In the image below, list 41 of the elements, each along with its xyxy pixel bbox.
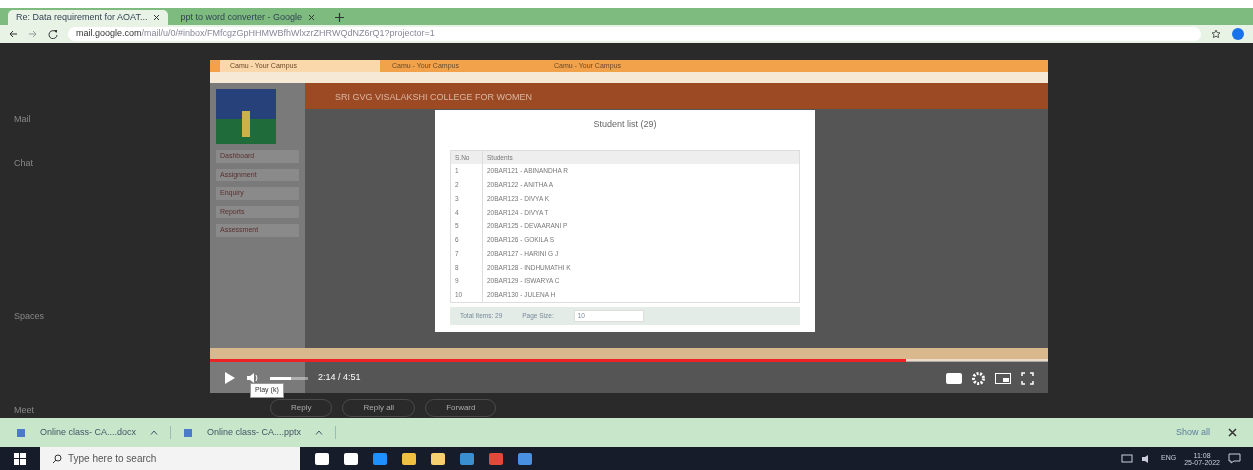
- close-icon[interactable]: [307, 14, 315, 21]
- back-icon[interactable]: [8, 29, 18, 39]
- new-tab-icon[interactable]: [334, 13, 344, 22]
- modal-title: Student list (29): [592, 118, 658, 131]
- download-item[interactable]: Online class- CA....pptx: [183, 425, 337, 440]
- file-icon: [16, 427, 26, 438]
- chevron-up-icon[interactable]: [150, 430, 159, 435]
- browser-tab[interactable]: ppt to word converter - Google: [172, 10, 323, 25]
- download-item[interactable]: Online class- CA....docx: [16, 425, 172, 440]
- sidebar-section[interactable]: Meet: [14, 403, 205, 417]
- close-icon[interactable]: [153, 14, 161, 21]
- volume-slider[interactable]: [270, 376, 308, 380]
- sidebar-section[interactable]: Spaces: [14, 310, 205, 324]
- address-bar[interactable]: mail.google.com/mail/u/0/#inbox/FMfcgzGpHHMWBfhWlxzrZHRWQdNZ6rQ1?projector=1: [68, 27, 1201, 41]
- sidebar-section[interactable]: Chat: [14, 156, 205, 170]
- captions-icon[interactable]: [946, 372, 962, 384]
- taskbar-app-icon[interactable]: [315, 452, 329, 465]
- taskbar-app-icon[interactable]: [344, 452, 358, 465]
- file-icon: [183, 427, 194, 438]
- progress-track[interactable]: [210, 359, 1048, 362]
- notification-icon[interactable]: [1228, 453, 1241, 464]
- sidebar-section[interactable]: Mail: [14, 113, 205, 127]
- time-display: 2:14 / 4:51: [318, 371, 361, 385]
- close-icon[interactable]: [1228, 428, 1237, 437]
- taskbar-app-icon[interactable]: [431, 452, 445, 465]
- star-icon[interactable]: [1211, 29, 1221, 39]
- fullscreen-icon[interactable]: [1021, 371, 1034, 385]
- search-icon: [52, 453, 62, 464]
- miniplayer-icon[interactable]: [995, 372, 1011, 384]
- network-icon[interactable]: [1121, 453, 1133, 464]
- search-field[interactable]: Type here to search: [40, 447, 300, 470]
- reload-icon[interactable]: [48, 29, 58, 39]
- taskbar-app-icon[interactable]: [402, 452, 416, 465]
- profile-icon[interactable]: [1231, 27, 1245, 41]
- show-all-button[interactable]: Show all: [1169, 424, 1216, 441]
- app-header: SRI GVG VISALAKSHI COLLEGE FOR WOMEN: [305, 83, 1048, 109]
- browser-tab[interactable]: Re: Data requirement for AOAT...: [8, 10, 169, 25]
- settings-icon[interactable]: [972, 371, 985, 385]
- play-icon[interactable]: [224, 371, 236, 385]
- college-logo: [216, 89, 276, 144]
- chevron-up-icon[interactable]: [315, 430, 324, 435]
